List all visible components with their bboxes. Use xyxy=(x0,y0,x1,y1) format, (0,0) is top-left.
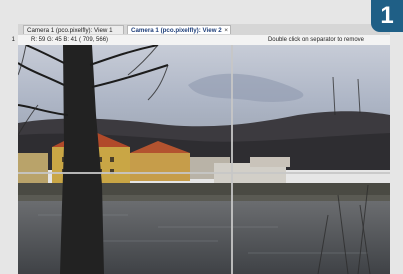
step-number-badge: 1 xyxy=(371,0,403,32)
tab-view-1[interactable]: Camera 1 (pco.pixelfly): View 1 xyxy=(23,25,124,34)
camera-image xyxy=(18,45,390,274)
app-window: Camera 1 (pco.pixelfly): View 1 Camera 1… xyxy=(0,0,403,274)
separator-hint: Double click on separator to remove xyxy=(267,37,364,43)
close-tab-icon[interactable]: × xyxy=(224,26,228,35)
zoom-level: 1 xyxy=(11,37,15,43)
tab-view-2-label: Camera 1 (pco.pixelfly): View 2 xyxy=(131,27,222,34)
pixel-readout: R: 59 G: 45 B: 41 ( 709, 566) xyxy=(31,37,109,43)
view-separator-vertical[interactable] xyxy=(231,45,233,274)
tab-view-1-label: Camera 1 (pco.pixelfly): View 1 xyxy=(27,27,113,34)
view-separator-horizontal[interactable] xyxy=(18,172,390,174)
camera-image-view[interactable] xyxy=(18,45,390,274)
tab-view-2[interactable]: Camera 1 (pco.pixelfly): View 2 × xyxy=(127,25,231,34)
